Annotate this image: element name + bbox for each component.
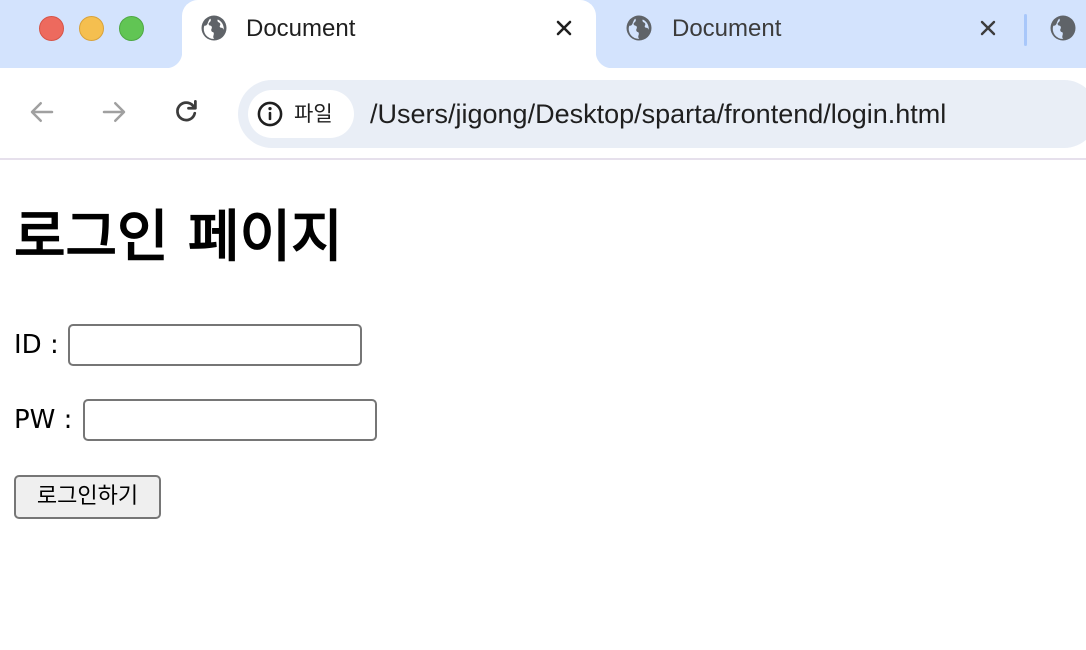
window-minimize-button[interactable]	[79, 16, 104, 41]
pw-row: PW :	[14, 399, 378, 441]
close-icon[interactable]	[552, 16, 576, 40]
arrow-right-icon	[102, 102, 126, 122]
tab-separator	[1024, 14, 1027, 46]
site-info-chip[interactable]: 파일	[248, 90, 354, 138]
close-icon[interactable]	[976, 16, 1000, 40]
globe-icon	[626, 15, 652, 41]
tab-title: Document	[672, 15, 782, 42]
globe-icon[interactable]	[1048, 13, 1078, 43]
page-title: 로그인 페이지	[14, 205, 343, 270]
pw-label: PW :	[14, 405, 73, 435]
window-close-button[interactable]	[39, 16, 64, 41]
info-icon	[257, 101, 283, 127]
address-bar[interactable]: 파일 /Users/jigong/Desktop/sparta/frontend…	[238, 80, 1086, 148]
pw-input[interactable]	[83, 399, 378, 441]
page-content: 로그인 페이지 ID : PW : 로그인하기	[0, 162, 1086, 650]
tab-title: Document	[246, 15, 356, 42]
window-maximize-button[interactable]	[119, 16, 144, 41]
globe-icon	[201, 15, 227, 41]
tab-document-inactive[interactable]: Document	[606, 0, 1020, 68]
id-row: ID :	[14, 324, 362, 366]
tab-document-active[interactable]: Document	[166, 0, 612, 68]
id-label: ID :	[14, 330, 59, 360]
id-input[interactable]	[67, 324, 362, 366]
tab-strip: Document Document	[0, 0, 1086, 68]
forward-button[interactable]	[98, 96, 130, 128]
login-button[interactable]: 로그인하기	[14, 475, 161, 519]
reload-button[interactable]	[170, 96, 202, 128]
arrow-left-icon	[30, 102, 54, 122]
url-text[interactable]: /Users/jigong/Desktop/sparta/frontend/lo…	[370, 97, 946, 131]
browser-toolbar: 파일 /Users/jigong/Desktop/sparta/frontend…	[0, 68, 1086, 160]
site-info-label: 파일	[294, 102, 333, 126]
reload-icon	[176, 100, 197, 122]
back-button[interactable]	[26, 96, 58, 128]
